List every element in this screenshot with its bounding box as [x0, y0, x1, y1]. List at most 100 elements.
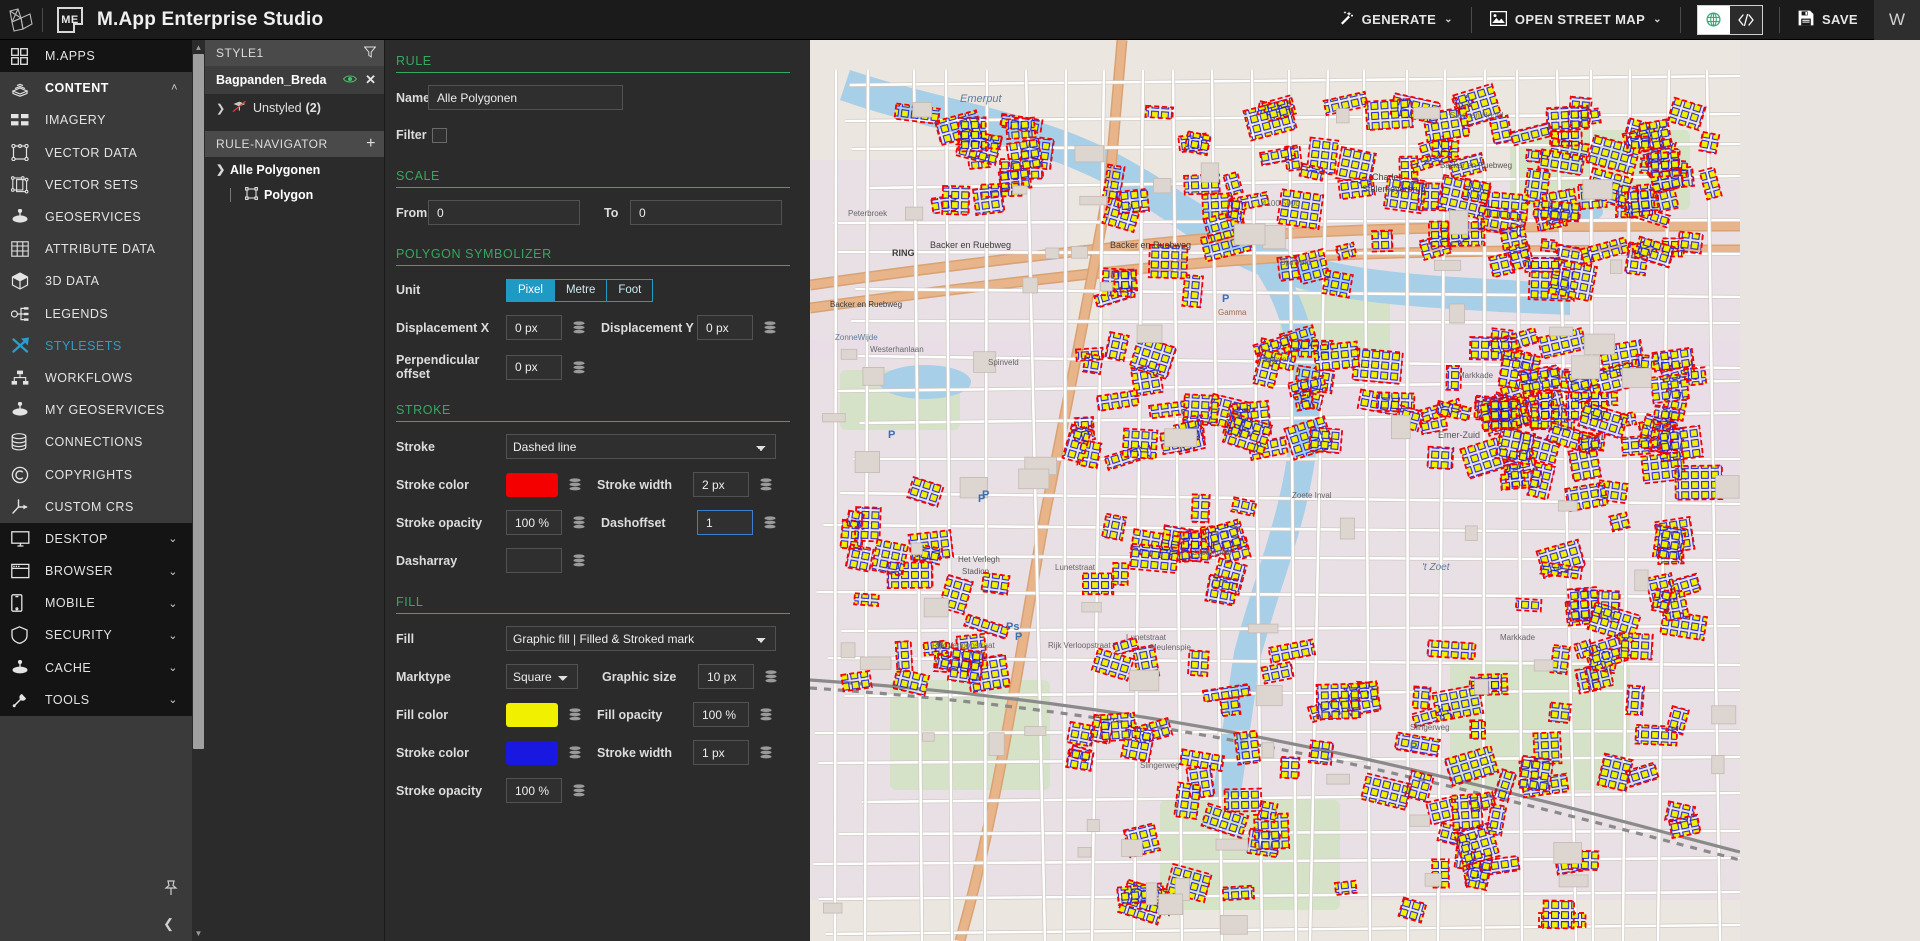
- mark-stroke-width-input[interactable]: [693, 740, 749, 765]
- sidebar-item-my-geoservices[interactable]: MY GEOSERVICES: [0, 394, 192, 426]
- sidebar-item-geoservices[interactable]: GEOSERVICES: [0, 201, 192, 233]
- unit-option-pixel[interactable]: Pixel: [507, 279, 555, 301]
- chevron-left-icon: ❮: [163, 916, 174, 931]
- stroke-color-swatch[interactable]: [506, 472, 558, 497]
- mark-stroke-width-label: Stroke width: [597, 745, 673, 760]
- scroll-down-arrow[interactable]: ▼: [193, 929, 204, 938]
- database-binding-icon[interactable]: [569, 516, 589, 529]
- save-label: SAVE: [1821, 12, 1858, 27]
- eye-icon[interactable]: [343, 73, 358, 87]
- sidebar-footer: ❮: [0, 873, 192, 941]
- scale-from-input[interactable]: [428, 200, 580, 225]
- sidebar-item-stylesets[interactable]: STYLESETS: [0, 330, 192, 362]
- stroke-width-input[interactable]: [693, 472, 749, 497]
- unstyled-row[interactable]: ❯ Unstyled (2): [205, 94, 384, 122]
- map-canvas[interactable]: Emerput Steenen Hoofd Backer en Ruebweg Cha…: [810, 40, 1920, 941]
- fill-type-select[interactable]: Graphic fill | Filled & Stroked markSoli…: [506, 626, 776, 651]
- pin-icon[interactable]: [164, 879, 178, 901]
- unit-option-metre[interactable]: Metre: [554, 279, 608, 301]
- sidebar-item-desktop[interactable]: DESKTOP ⌄: [0, 522, 192, 555]
- sidebar-item-cache[interactable]: CACHE ⌄: [0, 651, 192, 684]
- database-binding-icon[interactable]: [569, 554, 589, 567]
- sidebar-item-attribute-data[interactable]: ATTRIBUTE DATA: [0, 233, 192, 265]
- sidebar-item-vector-data[interactable]: VECTOR DATA: [0, 137, 192, 169]
- database-binding-icon[interactable]: [760, 516, 780, 529]
- stroke-type-select[interactable]: Dashed lineSolid lineNo stroke: [506, 434, 776, 459]
- sidebar-item-imagery[interactable]: IMAGERY: [0, 104, 192, 136]
- style-panel-scrollbar[interactable]: ▲ ▼: [192, 40, 205, 941]
- rule-navigator-rule[interactable]: ❯ Alle Polygonen: [205, 157, 384, 182]
- fill-color-swatch[interactable]: [506, 702, 558, 727]
- sidebar-item-label: BROWSER: [45, 564, 114, 579]
- basemap-selector[interactable]: OPEN STREET MAP ⌄: [1472, 0, 1680, 39]
- rule-name-input[interactable]: [428, 85, 623, 110]
- displacement-y-input[interactable]: [697, 315, 753, 340]
- sidebar-item-workflows[interactable]: WORKFLOWS: [0, 362, 192, 394]
- sidebar-item-mobile[interactable]: MOBILE ⌄: [0, 587, 192, 620]
- map-label: 4100 5000: [1262, 199, 1300, 208]
- sidebar-item-mapps[interactable]: M.APPS: [0, 40, 192, 73]
- map-label: Rijk Verloopstraat: [1048, 641, 1111, 650]
- perpendicular-offset-label: Perpendicular offset: [396, 353, 480, 381]
- graphic-size-input[interactable]: [698, 664, 754, 689]
- fill-type-row: Fill Graphic fill | Filled & Stroked mar…: [396, 626, 790, 651]
- rule-navigator-node[interactable]: Polygon: [205, 182, 384, 207]
- database-binding-icon[interactable]: [565, 478, 585, 491]
- scrollbar-thumb[interactable]: [193, 54, 204, 749]
- workflow-icon: [11, 370, 45, 386]
- chevron-down-icon[interactable]: ❯: [216, 163, 230, 176]
- displacement-x-input[interactable]: [506, 315, 562, 340]
- collapse-sidebar-button[interactable]: ❮: [0, 907, 192, 941]
- sidebar-item-connections[interactable]: CONNECTIONS: [0, 426, 192, 458]
- stroke-opacity-input[interactable]: [506, 510, 562, 535]
- map-label: Markkade: [1500, 633, 1536, 642]
- table-icon: [11, 241, 45, 257]
- layer-row[interactable]: Bagpanden_Breda ✕: [205, 66, 384, 94]
- generate-button[interactable]: GENERATE ⌄: [1319, 0, 1471, 39]
- database-binding-icon[interactable]: [569, 360, 589, 374]
- sidebar-item-label: CACHE: [45, 660, 92, 675]
- chevron-right-icon[interactable]: ❯: [216, 102, 232, 115]
- chevron-down-icon: ⌄: [1444, 14, 1453, 25]
- sidebar-item-browser[interactable]: BROWSER ⌄: [0, 555, 192, 588]
- sidebar-item-content[interactable]: CONTENT ˄: [0, 72, 192, 104]
- sidebar-item-custom-crs[interactable]: CUSTOM CRS: [0, 491, 192, 523]
- sidebar-item-security[interactable]: SECURITY ⌄: [0, 619, 192, 652]
- stroke-label: Stroke: [396, 439, 435, 454]
- database-binding-icon[interactable]: [565, 746, 585, 759]
- sidebar-item-vector-sets[interactable]: VECTOR SETS: [0, 169, 192, 201]
- scale-to-input[interactable]: [630, 200, 782, 225]
- database-binding-icon[interactable]: [756, 478, 776, 491]
- dasharray-input[interactable]: [506, 548, 562, 573]
- mark-stroke-opacity-input[interactable]: [506, 778, 562, 803]
- scroll-up-arrow[interactable]: ▲: [193, 43, 204, 52]
- sidebar-item-3d-data[interactable]: 3D DATA: [0, 265, 192, 297]
- globe-icon[interactable]: [1697, 5, 1730, 34]
- database-binding-icon[interactable]: [761, 670, 781, 683]
- fill-opacity-input[interactable]: [693, 702, 749, 727]
- sidebar-item-legends[interactable]: LEGENDS: [0, 298, 192, 330]
- code-icon[interactable]: [1729, 5, 1762, 34]
- close-icon[interactable]: ✕: [365, 72, 376, 88]
- perpendicular-offset-input[interactable]: [506, 354, 562, 380]
- database-binding-icon[interactable]: [569, 321, 589, 334]
- database-binding-icon[interactable]: [565, 708, 585, 721]
- rule-filter-checkbox[interactable]: [432, 127, 447, 143]
- avatar[interactable]: W: [1874, 0, 1920, 40]
- sidebar-item-label: MOBILE: [45, 596, 96, 611]
- marktype-select[interactable]: SquareCircleTriangleStarCross: [506, 664, 578, 689]
- unstyled-layer-icon: [232, 100, 247, 116]
- style-header-title: STYLE1: [216, 46, 264, 60]
- sidebar-item-copyrights[interactable]: COPYRIGHTS: [0, 458, 192, 490]
- database-binding-icon[interactable]: [756, 708, 776, 721]
- database-binding-icon[interactable]: [756, 746, 776, 759]
- funnel-icon[interactable]: [363, 46, 377, 61]
- unit-option-foot[interactable]: Foot: [607, 279, 653, 301]
- database-binding-icon[interactable]: [569, 784, 589, 797]
- fill-color-label: Fill color: [396, 707, 449, 722]
- mark-stroke-color-swatch[interactable]: [506, 740, 558, 765]
- plus-icon[interactable]: +: [366, 136, 376, 152]
- sidebar-item-tools[interactable]: TOOLS ⌄: [0, 683, 192, 716]
- dashoffset-input[interactable]: [697, 510, 753, 535]
- database-binding-icon[interactable]: [760, 321, 780, 334]
